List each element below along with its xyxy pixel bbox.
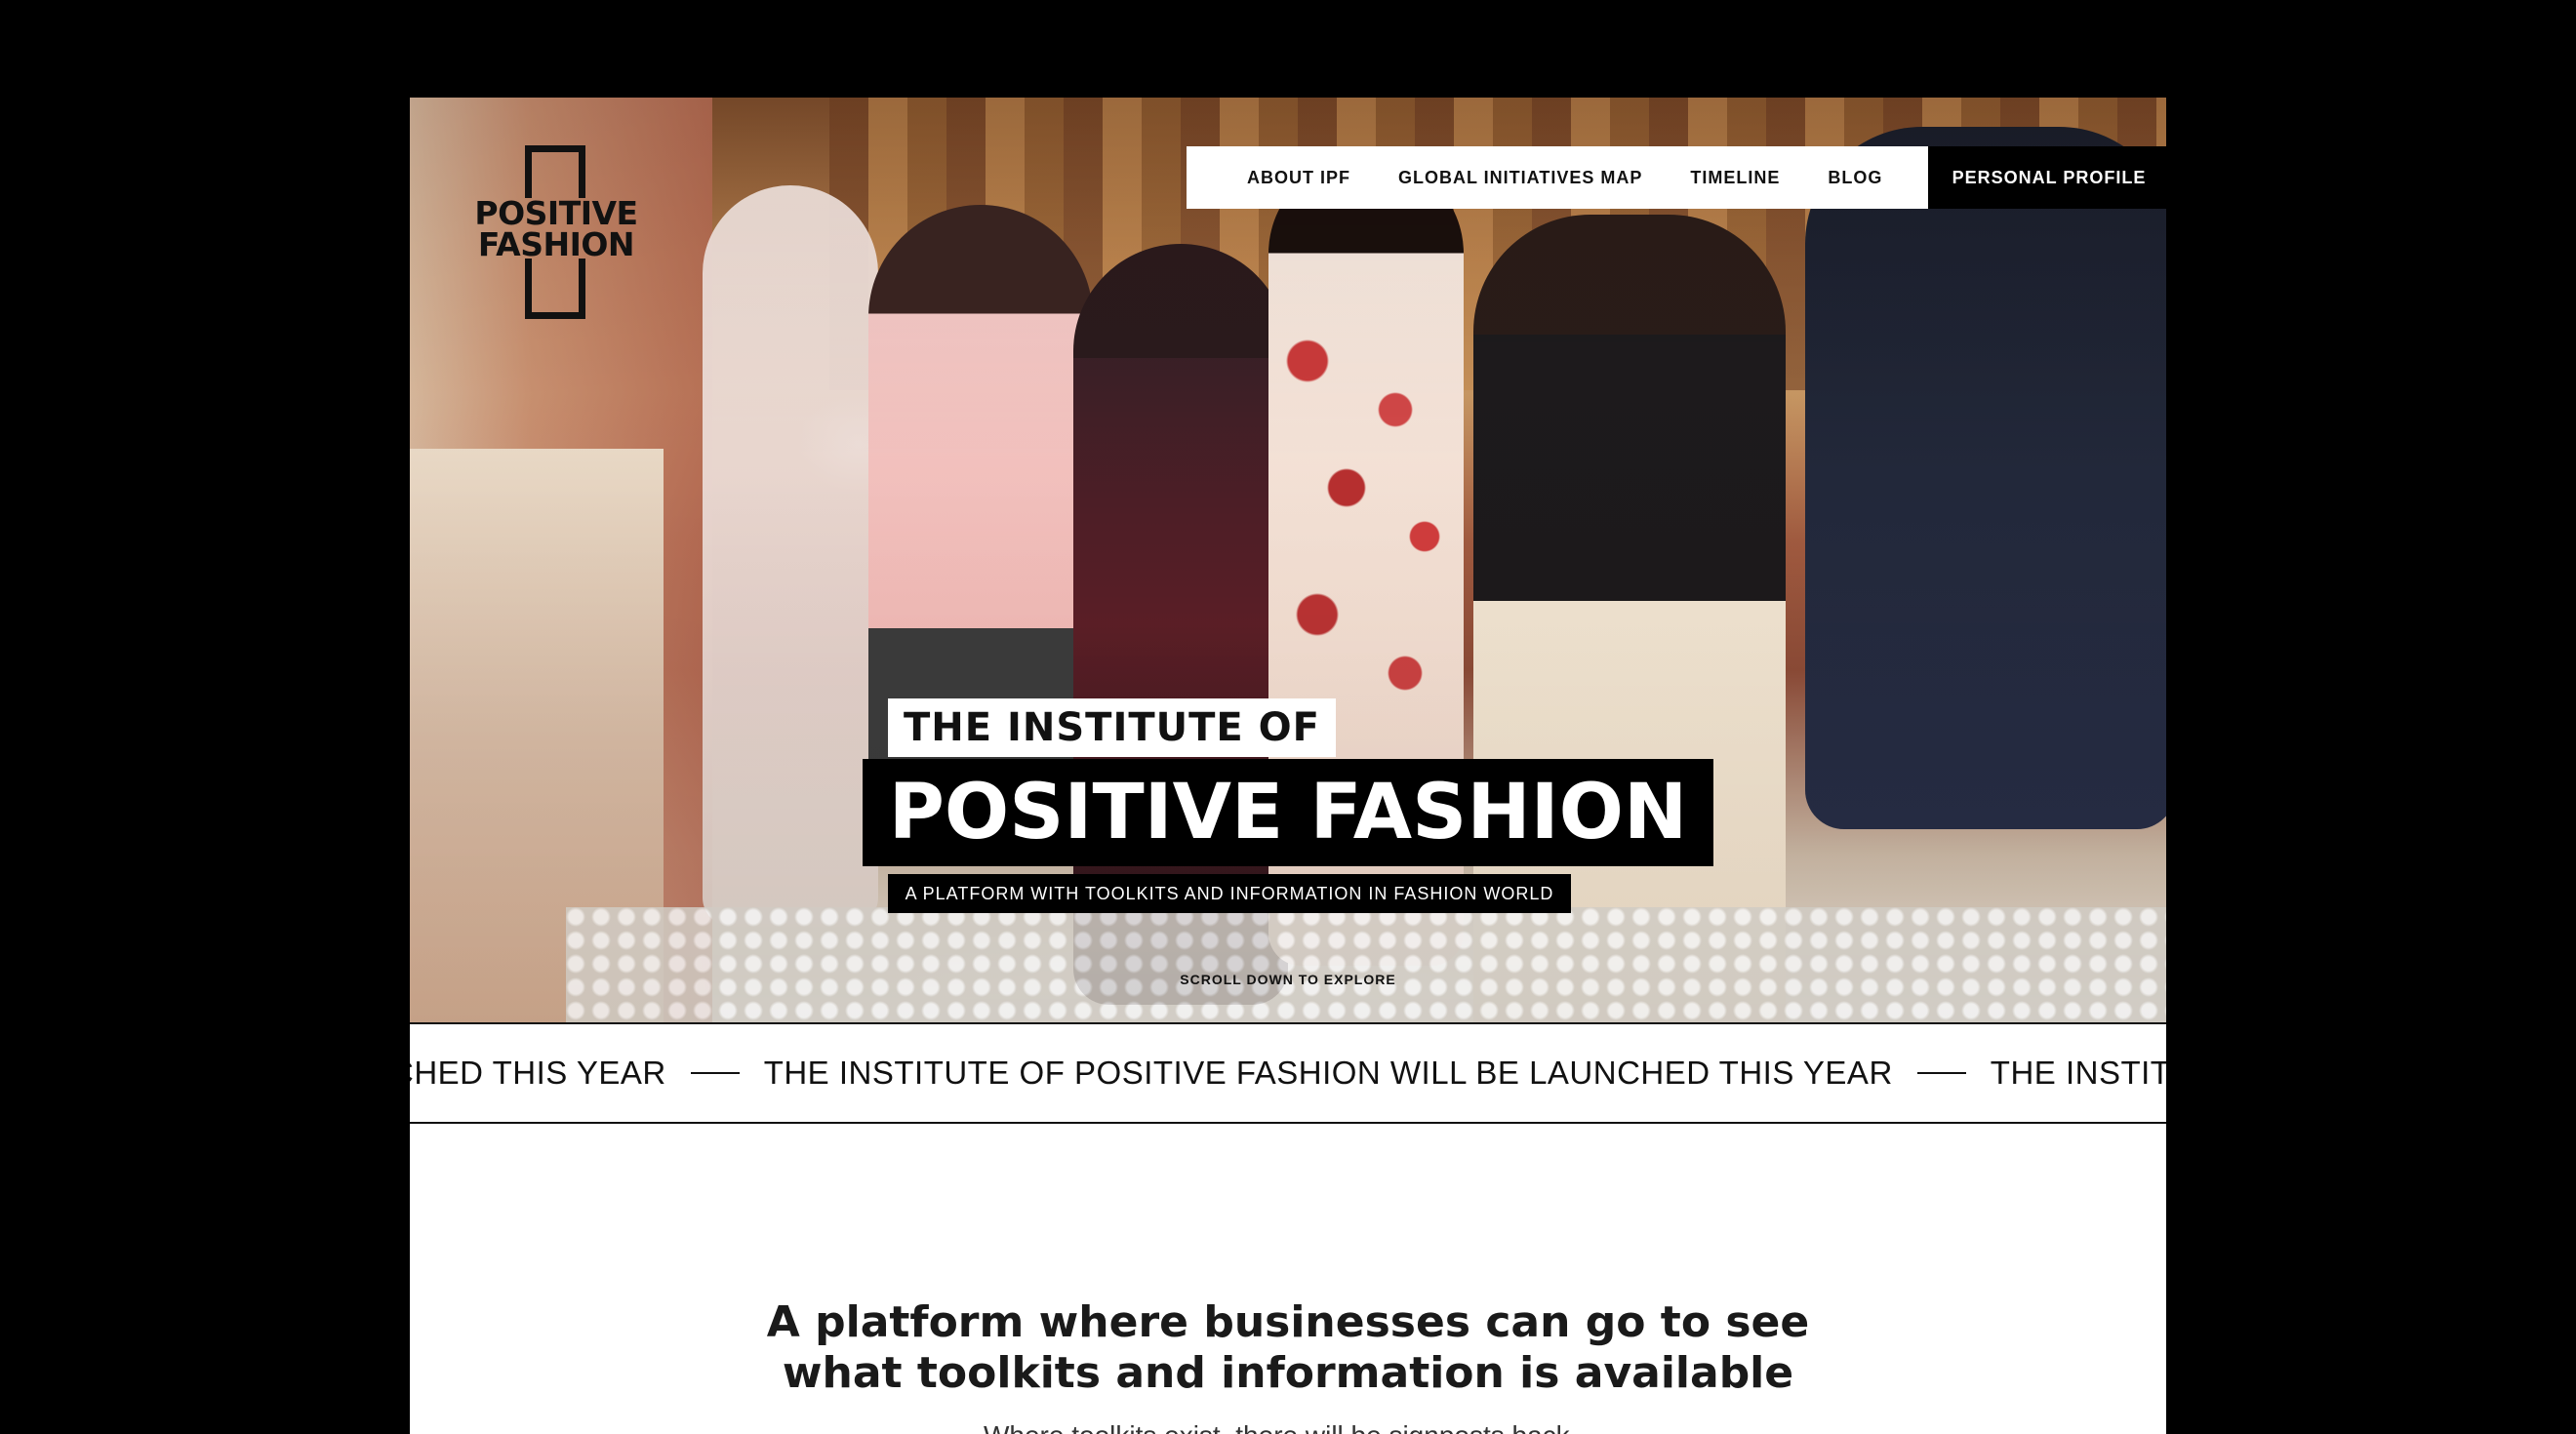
ticker-separator — [690, 1072, 740, 1074]
ticker-separator — [1916, 1072, 1966, 1074]
intro-heading: A platform where businesses can go to se… — [703, 1297, 1873, 1399]
ticker-text: THE INSTITUTE OF POSITIVE FASHION WILL B… — [763, 1055, 1893, 1091]
personal-profile-label: PERSONAL PROFILE — [1952, 167, 2147, 187]
nav-global-initiatives-map[interactable]: GLOBAL INITIATIVES MAP — [1398, 168, 1642, 188]
logo-line-2: FASHION — [477, 225, 635, 263]
hero-title-big: POSITIVE FASHION — [863, 759, 1713, 866]
scroll-down-hint[interactable]: SCROLL DOWN TO EXPLORE — [995, 972, 1581, 987]
logo-bracket-top — [525, 145, 585, 198]
nav-about-ipf[interactable]: ABOUT IPF — [1247, 168, 1350, 188]
intro-body-text: Where toolkits exist, there will be sign… — [898, 1420, 1678, 1434]
web-page: POSITIVE FASHION ABOUT IPF GLOBAL INITIA… — [410, 98, 2166, 1434]
ticker-track: CHED THIS YEAR THE INSTITUTE OF POSITIVE… — [410, 1024, 2166, 1122]
main-navigation: ABOUT IPF GLOBAL INITIATIVES MAP TIMELIN… — [1187, 146, 2166, 209]
logo-wordmark: POSITIVE FASHION — [468, 197, 644, 263]
personal-profile-button[interactable]: PERSONAL PROFILE — [1928, 146, 2166, 209]
positive-fashion-logo[interactable]: POSITIVE FASHION — [468, 145, 644, 319]
intro-heading-line-1: A platform where businesses can go to se… — [766, 1297, 1810, 1347]
nav-blog[interactable]: BLOG — [1828, 168, 1882, 188]
announcement-ticker: CHED THIS YEAR THE INSTITUTE OF POSITIVE… — [410, 1022, 2166, 1124]
ticker-text: THE INSTITUTE OF — [1990, 1055, 2166, 1091]
hero-section: POSITIVE FASHION ABOUT IPF GLOBAL INITIA… — [410, 98, 2166, 1022]
nav-timeline[interactable]: TIMELINE — [1690, 168, 1780, 188]
hero-subtitle: A PLATFORM WITH TOOLKITS AND INFORMATION… — [888, 874, 1571, 913]
ticker-text: CHED THIS YEAR — [410, 1055, 666, 1091]
intro-heading-line-2: what toolkits and information is availab… — [782, 1348, 1794, 1398]
logo-bracket-bottom — [525, 259, 585, 319]
hero-title-small: THE INSTITUTE OF — [888, 698, 1336, 757]
nav-links-group: ABOUT IPF GLOBAL INITIATIVES MAP TIMELIN… — [1187, 146, 1928, 209]
